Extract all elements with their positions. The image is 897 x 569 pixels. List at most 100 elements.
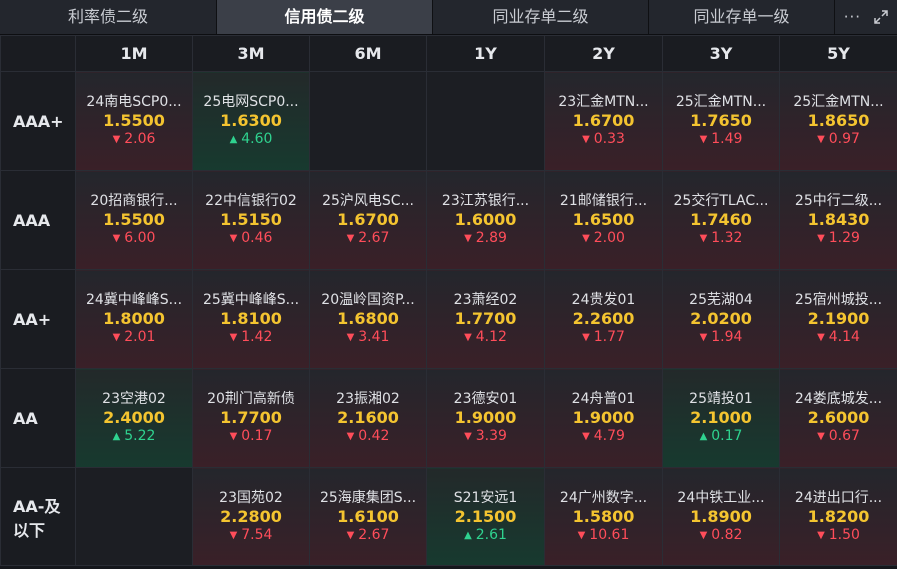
bond-name: 23萧经02 — [453, 292, 518, 308]
bond-yield: 1.5500 — [103, 210, 165, 229]
bond-cell[interactable]: 22中信银行02 1.5150 ▼ 0.46 — [192, 170, 310, 270]
tab-tools: ··· — [835, 0, 897, 34]
bond-name: 25沪风电SC... — [322, 193, 414, 209]
bond-change-value: 0.67 — [828, 428, 860, 444]
bond-cell[interactable]: 23空港02 2.4000 ▲ 5.22 — [75, 368, 193, 468]
bond-cell — [75, 467, 193, 566]
bond-yield: 1.6100 — [337, 506, 399, 526]
tab-ncd-primary[interactable]: 同业存单一级 — [649, 0, 835, 34]
bond-change: ▼ 1.94 — [663, 329, 779, 347]
triangle-down-icon: ▼ — [699, 134, 708, 145]
bond-yield: 1.6800 — [337, 309, 399, 328]
rating-label: AAA+ — [0, 71, 76, 171]
bond-cell[interactable]: 24进出口行... 1.8200 ▼ 1.50 — [779, 467, 897, 566]
bond-change: ▲ 5.22 — [76, 428, 192, 446]
triangle-down-icon: ▼ — [817, 134, 825, 145]
bond-change: ▼ 1.77 — [545, 329, 662, 347]
tab-credit-bond-secondary[interactable]: 信用债二级 — [217, 0, 433, 34]
bond-cell[interactable]: 25中行二级... 1.8430 ▼ 1.29 — [779, 170, 897, 270]
bond-yield: 2.2600 — [572, 309, 635, 328]
triangle-down-icon: ▼ — [112, 332, 121, 343]
bond-cell[interactable]: 25冀中峰峰S... 1.8100 ▼ 1.42 — [192, 269, 310, 369]
bond-change: ▼ 10.61 — [545, 527, 662, 545]
tab-rate-bond-secondary[interactable]: 利率债二级 — [0, 0, 217, 34]
bond-cell[interactable]: 25芜湖04 2.0200 ▼ 1.94 — [662, 269, 780, 369]
bond-cell[interactable]: 21邮储银行... 1.6500 ▼ 2.00 — [544, 170, 663, 270]
column-header-5y: 5Y — [779, 35, 897, 72]
bond-cell[interactable]: 25海康集团S... 1.6100 ▼ 2.67 — [309, 467, 427, 566]
bond-cell[interactable]: 23汇金MTN... 1.6700 ▼ 0.33 — [544, 71, 663, 171]
rating-label: AA+ — [0, 269, 76, 369]
bond-cell[interactable]: 24贵发01 2.2600 ▼ 1.77 — [544, 269, 663, 369]
triangle-up-icon: ▲ — [112, 431, 121, 442]
triangle-down-icon: ▼ — [582, 431, 590, 442]
column-header-1m: 1M — [75, 35, 193, 72]
bond-cell[interactable]: 24南电SCP0... 1.5500 ▼ 2.06 — [75, 71, 193, 171]
bond-change: ▼ 2.67 — [310, 230, 426, 248]
bond-change: ▼ 1.32 — [663, 230, 779, 248]
bond-yield: 1.8900 — [690, 506, 752, 526]
bond-cell[interactable]: S21安远1 2.1500 ▲ 2.61 — [426, 467, 545, 566]
bond-name: 25汇金MTN... — [675, 94, 767, 110]
bond-cell[interactable]: 25汇金MTN... 1.8650 ▼ 0.97 — [779, 71, 897, 171]
bond-name: 24娄底城发... — [794, 391, 883, 407]
bond-cell[interactable]: 24中铁工业... 1.8900 ▼ 0.82 — [662, 467, 780, 566]
rating-label: AAA — [0, 170, 76, 270]
bond-name: 24广州数字... — [559, 489, 648, 506]
bond-name: 24贵发01 — [571, 292, 636, 308]
bond-change-value: 1.32 — [711, 230, 743, 246]
bond-name: 23德安01 — [453, 391, 518, 407]
bond-cell[interactable]: 25宿州城投... 2.1900 ▼ 4.14 — [779, 269, 897, 369]
triangle-down-icon: ▼ — [582, 134, 590, 145]
triangle-up-icon: ▲ — [464, 529, 472, 541]
bond-cell[interactable]: 23德安01 1.9000 ▼ 3.39 — [426, 368, 545, 468]
bond-cell[interactable]: 20温岭国资P... 1.6800 ▼ 3.41 — [309, 269, 427, 369]
bond-change-value: 10.61 — [589, 526, 630, 543]
bond-cell[interactable]: 25沪风电SC... 1.6700 ▼ 2.67 — [309, 170, 427, 270]
bond-cell[interactable]: 25靖投01 2.1000 ▲ 0.17 — [662, 368, 780, 468]
bond-name: 25芜湖04 — [689, 292, 753, 308]
bond-name: 25靖投01 — [689, 391, 753, 407]
bond-yield: 1.5150 — [220, 210, 282, 229]
bond-cell[interactable]: 24冀中峰峰S... 1.8000 ▼ 2.01 — [75, 269, 193, 369]
bond-change-value: 3.41 — [358, 329, 390, 345]
bond-cell[interactable]: 23萧经02 1.7700 ▼ 4.12 — [426, 269, 545, 369]
bond-cell[interactable]: 23江苏银行... 1.6000 ▼ 2.89 — [426, 170, 545, 270]
expand-icon[interactable] — [873, 9, 889, 25]
triangle-down-icon: ▼ — [346, 529, 355, 541]
bond-cell[interactable]: 25交行TLAC... 1.7460 ▼ 1.32 — [662, 170, 780, 270]
bond-yield: 1.9000 — [572, 408, 635, 427]
more-icon[interactable]: ··· — [844, 8, 861, 26]
bond-name: 21邮储银行... — [559, 193, 648, 209]
bond-yield: 1.8650 — [807, 111, 870, 130]
bond-cell[interactable]: 24广州数字... 1.5800 ▼ 10.61 — [544, 467, 663, 566]
triangle-down-icon: ▼ — [112, 134, 121, 145]
bond-change: ▼ 2.00 — [545, 230, 662, 248]
bond-cell[interactable]: 25汇金MTN... 1.7650 ▼ 1.49 — [662, 71, 780, 171]
triangle-down-icon: ▼ — [699, 529, 708, 541]
bond-change-value: 5.22 — [124, 428, 156, 444]
tab-ncd-secondary[interactable]: 同业存单二级 — [433, 0, 649, 34]
bond-cell[interactable]: 23振湘02 2.1600 ▼ 0.42 — [309, 368, 427, 468]
rating-label: AA — [0, 368, 76, 468]
bond-cell[interactable]: 24娄底城发... 2.6000 ▼ 0.67 — [779, 368, 897, 468]
bond-cell[interactable]: 20荆门高新债 1.7700 ▼ 0.17 — [192, 368, 310, 468]
rating-row: AA 23空港02 2.4000 ▲ 5.22 20荆门高新债 1.7700 ▼ 0.17 23振… — [0, 368, 897, 468]
bond-cell[interactable]: 25电网SCP0... 1.6300 ▲ 4.60 — [192, 71, 310, 171]
triangle-up-icon: ▲ — [229, 134, 238, 145]
bond-cell[interactable]: 24舟普01 1.9000 ▼ 4.79 — [544, 368, 663, 468]
triangle-down-icon: ▼ — [699, 233, 708, 244]
triangle-down-icon: ▼ — [229, 529, 238, 541]
bond-cell — [426, 71, 545, 171]
bond-change-value: 1.50 — [828, 526, 860, 543]
bond-name: 25冀中峰峰S... — [202, 292, 300, 308]
rating-row: AAA+ 24南电SCP0... 1.5500 ▼ 2.06 25电网SCP0... 1.6… — [0, 71, 897, 171]
bond-change: ▼ 0.33 — [545, 131, 662, 149]
bond-change: ▼ 6.00 — [76, 230, 192, 248]
bond-cell[interactable]: 23国苑02 2.2800 ▼ 7.54 — [192, 467, 310, 566]
bond-name: 25海康集团S... — [319, 489, 417, 506]
bond-cell — [309, 71, 427, 171]
bond-yield: 1.6300 — [220, 111, 282, 130]
bond-name: 20荆门高新债 — [207, 391, 295, 407]
bond-cell[interactable]: 20招商银行... 1.5500 ▼ 6.00 — [75, 170, 193, 270]
